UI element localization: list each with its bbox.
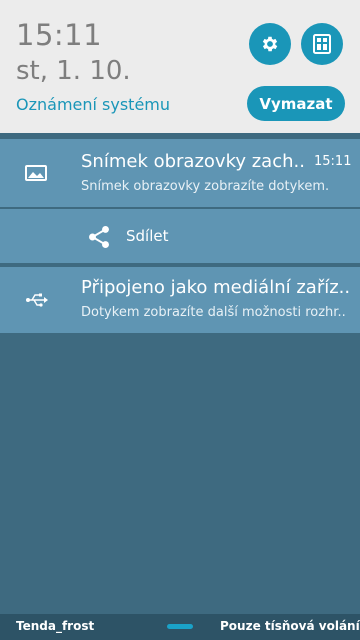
emergency-calls-label: Pouze tísňová volání [220,619,360,633]
notification-header: 15:11 st, 1. 10. Oznámení systému Vymaza… [0,0,360,133]
usb-notification[interactable]: Připojeno jako mediální zaříz.. Dotykem … [0,267,360,333]
notification-text: Dotykem zobrazíte další možnosti rozhr.. [81,305,346,320]
notification-title: Připojeno jako mediální zaříz.. [81,277,349,298]
network-name: Tenda_frost [16,619,95,633]
share-action-button[interactable]: Sdílet [0,209,360,263]
share-label: Sdílet [126,227,169,245]
drag-handle[interactable] [167,624,193,629]
quick-settings-icon [313,34,331,54]
share-icon [89,225,109,249]
clear-all-button[interactable]: Vymazat [247,86,345,121]
gear-icon [262,36,278,52]
notification-title: Snímek obrazovky zach.. [81,151,305,172]
usb-icon [22,286,50,314]
date-label: st, 1. 10. [16,56,131,86]
system-notifications-label: Oznámení systému [16,95,171,114]
bottom-status-bar: Tenda_frost Pouze tísňová volání [0,614,360,640]
notification-text: Snímek obrazovky zobrazíte dotykem. [81,179,330,194]
clock-time: 15:11 [16,18,103,52]
settings-button[interactable] [249,23,291,65]
quick-settings-button[interactable] [301,23,343,65]
image-icon [22,159,50,187]
notification-time: 15:11 [314,154,352,169]
screenshot-notification[interactable]: Snímek obrazovky zach.. 15:11 Snímek obr… [0,139,360,207]
